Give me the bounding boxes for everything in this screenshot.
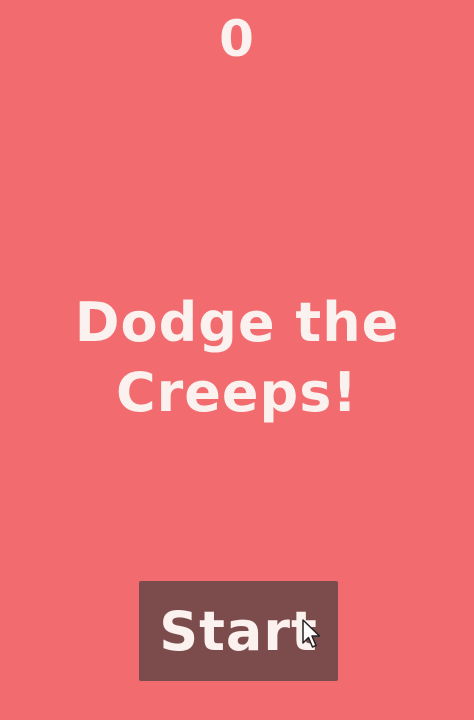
score-label: 0 bbox=[219, 10, 255, 68]
title-message-line-2: Creeps! bbox=[116, 361, 358, 424]
title-message-line-1: Dodge the bbox=[74, 291, 400, 354]
mouse-pointer-icon bbox=[302, 619, 321, 648]
title-message: Dodge the Creeps! bbox=[0, 288, 474, 428]
